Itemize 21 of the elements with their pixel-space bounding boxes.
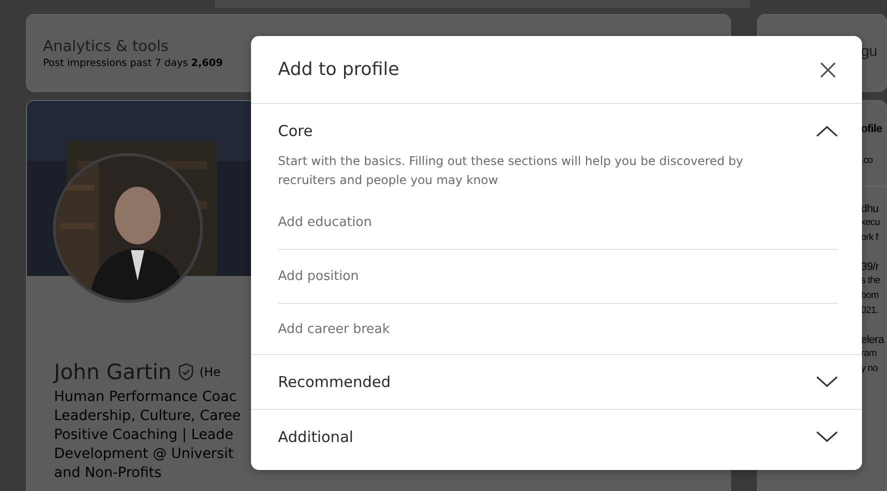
chevron-down-icon (816, 431, 838, 443)
chevron-up-icon (816, 125, 838, 137)
chevron-down-icon (816, 376, 838, 388)
section-header[interactable]: Additional (251, 410, 862, 464)
close-icon (819, 60, 837, 78)
detail-text: xecu (861, 216, 880, 230)
analytics-title: Analytics & tools (43, 37, 169, 55)
entry-name: elera (861, 334, 884, 346)
impressions-text: Post impressions past 7 days 2,609 (43, 58, 223, 69)
profile-name: John Gartin (54, 360, 172, 384)
entry-name: dhu (861, 203, 878, 215)
dialog-title: Add to profile (278, 59, 400, 80)
profile-headline: Human Performance Coac Leadership, Culture, Caree Positive Coaching | Leade Development @ Universit and Non-Profits (54, 388, 241, 483)
detail-text: .co (861, 154, 873, 168)
section-heading: ofile (861, 123, 882, 137)
pronouns-text: (He (200, 365, 221, 379)
section-header[interactable]: Recommended (251, 355, 862, 409)
entry-name: 39/r (861, 261, 879, 273)
verified-shield-icon (178, 363, 194, 381)
add-item-link[interactable]: Add career break (278, 304, 838, 354)
card-title: gu (861, 43, 878, 60)
